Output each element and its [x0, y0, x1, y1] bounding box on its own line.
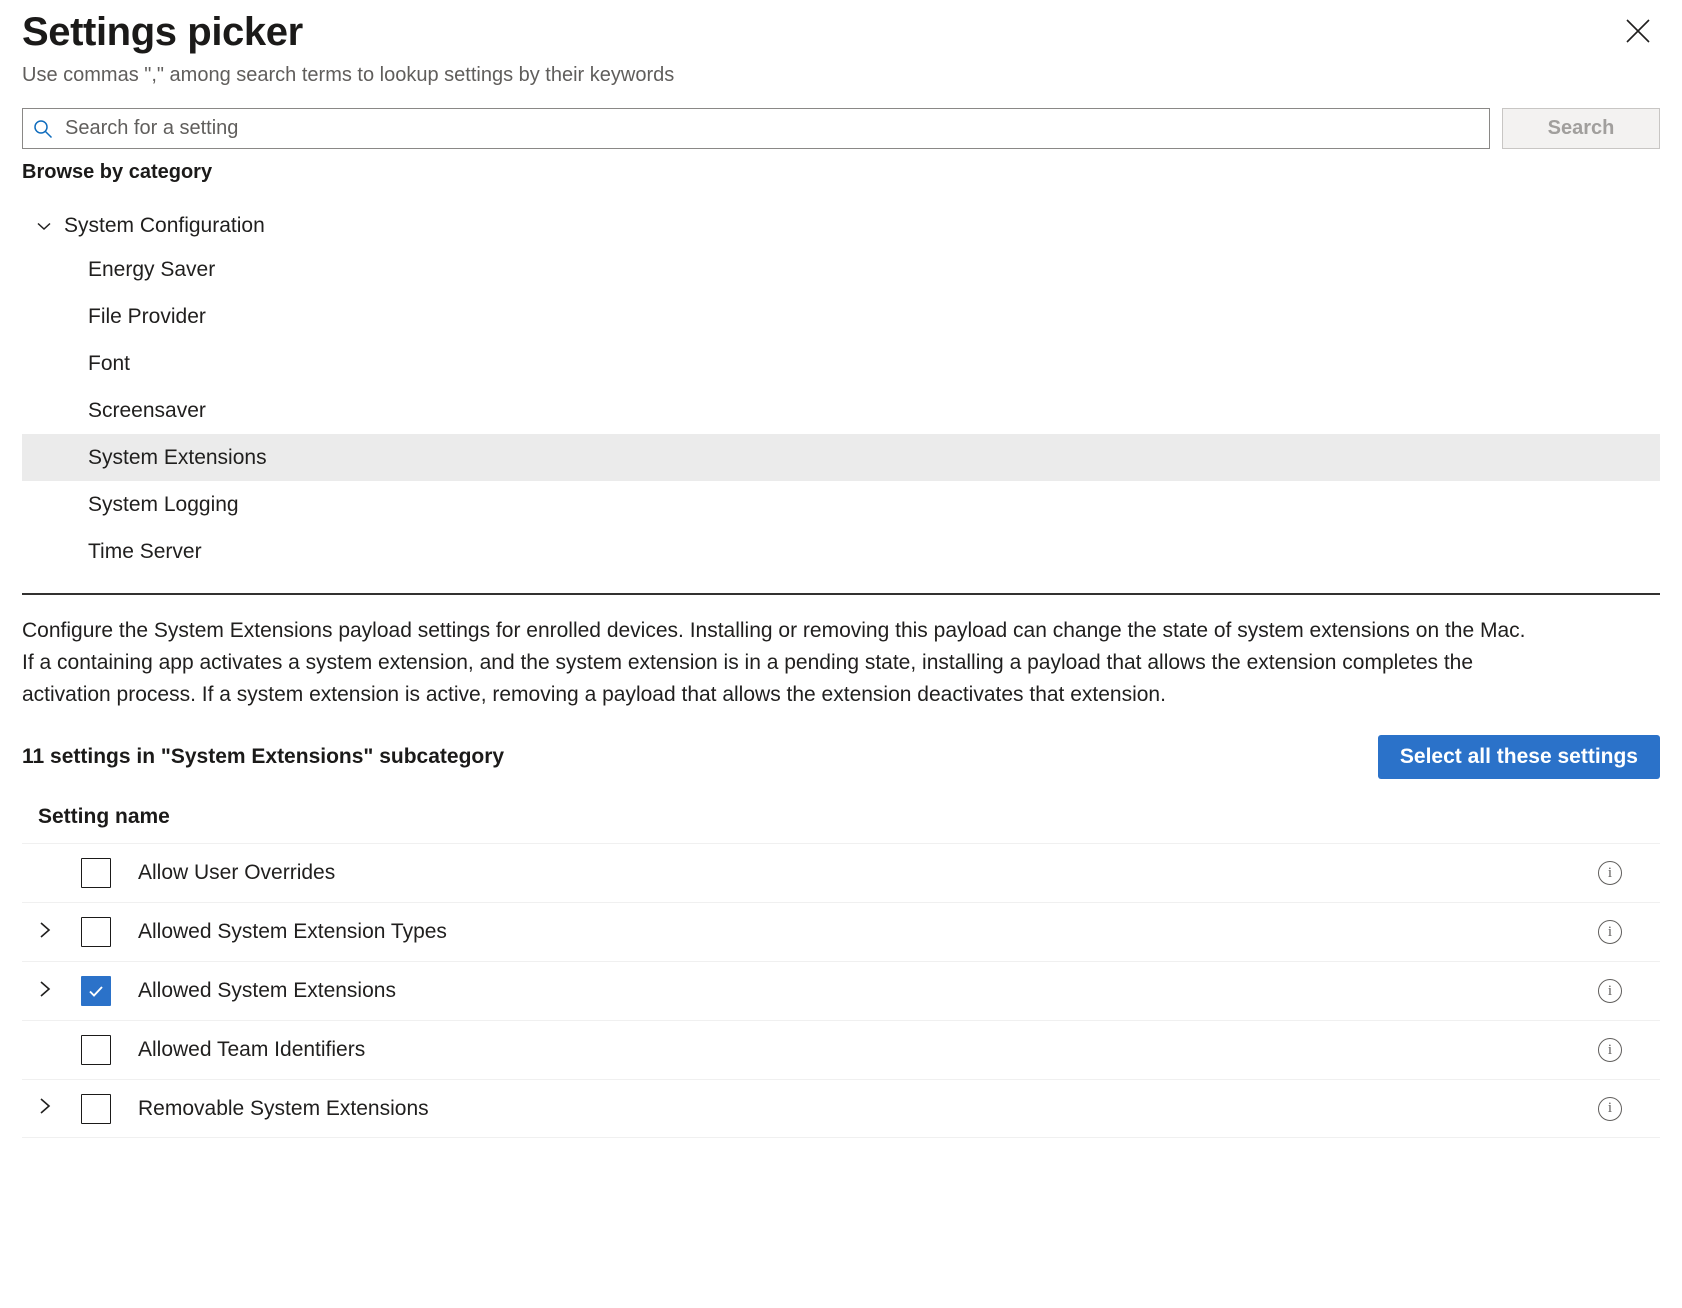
page-subtitle: Use commas "," among search terms to loo… — [22, 64, 675, 86]
tree-item-label: Time Server — [88, 539, 202, 563]
dialog-header: Settings picker Use commas "," among sea… — [22, 0, 1660, 88]
table-row[interactable]: Allow User Overrides i — [22, 843, 1660, 902]
tree-group-system-configuration[interactable]: System Configuration — [22, 206, 1660, 246]
chevron-right-icon — [35, 978, 55, 1005]
setting-checkbox[interactable] — [81, 858, 111, 888]
settings-count-text: 11 settings in "System Extensions" subca… — [22, 745, 505, 768]
tree-item-label: Screensaver — [88, 398, 206, 422]
search-row: Search — [22, 108, 1660, 149]
setting-name-label: Allowed System Extensions — [138, 979, 396, 1002]
browse-by-category-label: Browse by category — [22, 161, 213, 183]
chevron-right-icon — [35, 1095, 55, 1122]
tree-item-label: Font — [88, 351, 131, 375]
tree-item-energy-saver[interactable]: Energy Saver — [22, 246, 1660, 293]
setting-name-label: Removable System Extensions — [138, 1096, 429, 1120]
column-header-setting-name: Setting name — [38, 805, 170, 828]
row-checkbox-cell — [68, 976, 124, 1006]
setting-checkbox[interactable] — [81, 1093, 111, 1124]
setting-checkbox[interactable] — [81, 917, 111, 947]
table-row[interactable]: Removable System Extensions i — [22, 1079, 1660, 1138]
category-tree: System Configuration Energy Saver File P… — [22, 206, 1660, 589]
row-expander[interactable] — [22, 1095, 68, 1122]
info-icon: i — [1598, 979, 1622, 1003]
info-icon: i — [1598, 861, 1622, 885]
row-expander[interactable] — [22, 978, 68, 1005]
tree-item-system-extensions[interactable]: System Extensions — [22, 434, 1660, 481]
section-divider — [22, 593, 1660, 595]
search-button[interactable]: Search — [1502, 108, 1660, 149]
row-checkbox-cell — [68, 858, 124, 888]
setting-info-button[interactable]: i — [1570, 920, 1660, 944]
setting-name-label: Allow User Overrides — [138, 861, 336, 884]
close-button[interactable] — [1616, 10, 1660, 54]
info-icon: i — [1598, 920, 1622, 944]
chevron-down-icon — [34, 216, 54, 236]
settings-count-row: 11 settings in "System Extensions" subca… — [22, 735, 1660, 779]
tree-item-label: Energy Saver — [88, 257, 216, 281]
settings-picker-dialog: Settings picker Use commas "," among sea… — [0, 0, 1682, 1308]
row-checkbox-cell — [68, 917, 124, 947]
setting-checkbox[interactable] — [81, 976, 111, 1006]
row-expander[interactable] — [22, 919, 68, 946]
setting-name-label: Allowed System Extension Types — [138, 920, 447, 943]
tree-item-time-server[interactable]: Time Server — [22, 528, 1660, 575]
search-icon — [33, 119, 53, 139]
table-row[interactable]: Allowed System Extensions i — [22, 961, 1660, 1020]
setting-info-button[interactable]: i — [1570, 979, 1660, 1003]
row-checkbox-cell — [68, 1035, 124, 1065]
tree-item-label: File Provider — [88, 304, 206, 328]
close-icon — [1625, 18, 1651, 47]
payload-description: Configure the System Extensions payload … — [22, 619, 1526, 706]
table-row[interactable]: Allowed Team Identifiers i — [22, 1020, 1660, 1079]
tree-item-screensaver[interactable]: Screensaver — [22, 387, 1660, 434]
setting-checkbox[interactable] — [81, 1035, 111, 1065]
tree-group-label: System Configuration — [64, 214, 265, 237]
row-checkbox-cell — [68, 1093, 124, 1124]
table-row[interactable]: Allowed System Extension Types i — [22, 902, 1660, 961]
table-header-row: Setting name — [22, 805, 1660, 843]
tree-item-label: System Extensions — [88, 445, 267, 469]
settings-table: Setting name Allow User Overrides i Allo… — [22, 805, 1660, 1138]
info-icon: i — [1598, 1096, 1622, 1121]
page-title: Settings picker — [22, 10, 303, 54]
info-icon: i — [1598, 1038, 1622, 1062]
tree-item-system-logging[interactable]: System Logging — [22, 481, 1660, 528]
chevron-right-icon — [35, 919, 55, 946]
search-input[interactable] — [63, 109, 1479, 148]
tree-item-font[interactable]: Font — [22, 340, 1660, 387]
tree-item-label: System Logging — [88, 492, 239, 516]
setting-info-button[interactable]: i — [1570, 1038, 1660, 1062]
tree-item-file-provider[interactable]: File Provider — [22, 293, 1660, 340]
select-all-settings-button[interactable]: Select all these settings — [1377, 735, 1660, 779]
setting-name-label: Allowed Team Identifiers — [138, 1038, 366, 1061]
setting-info-button[interactable]: i — [1570, 861, 1660, 885]
setting-info-button[interactable]: i — [1570, 1096, 1660, 1121]
search-box[interactable] — [22, 108, 1490, 149]
